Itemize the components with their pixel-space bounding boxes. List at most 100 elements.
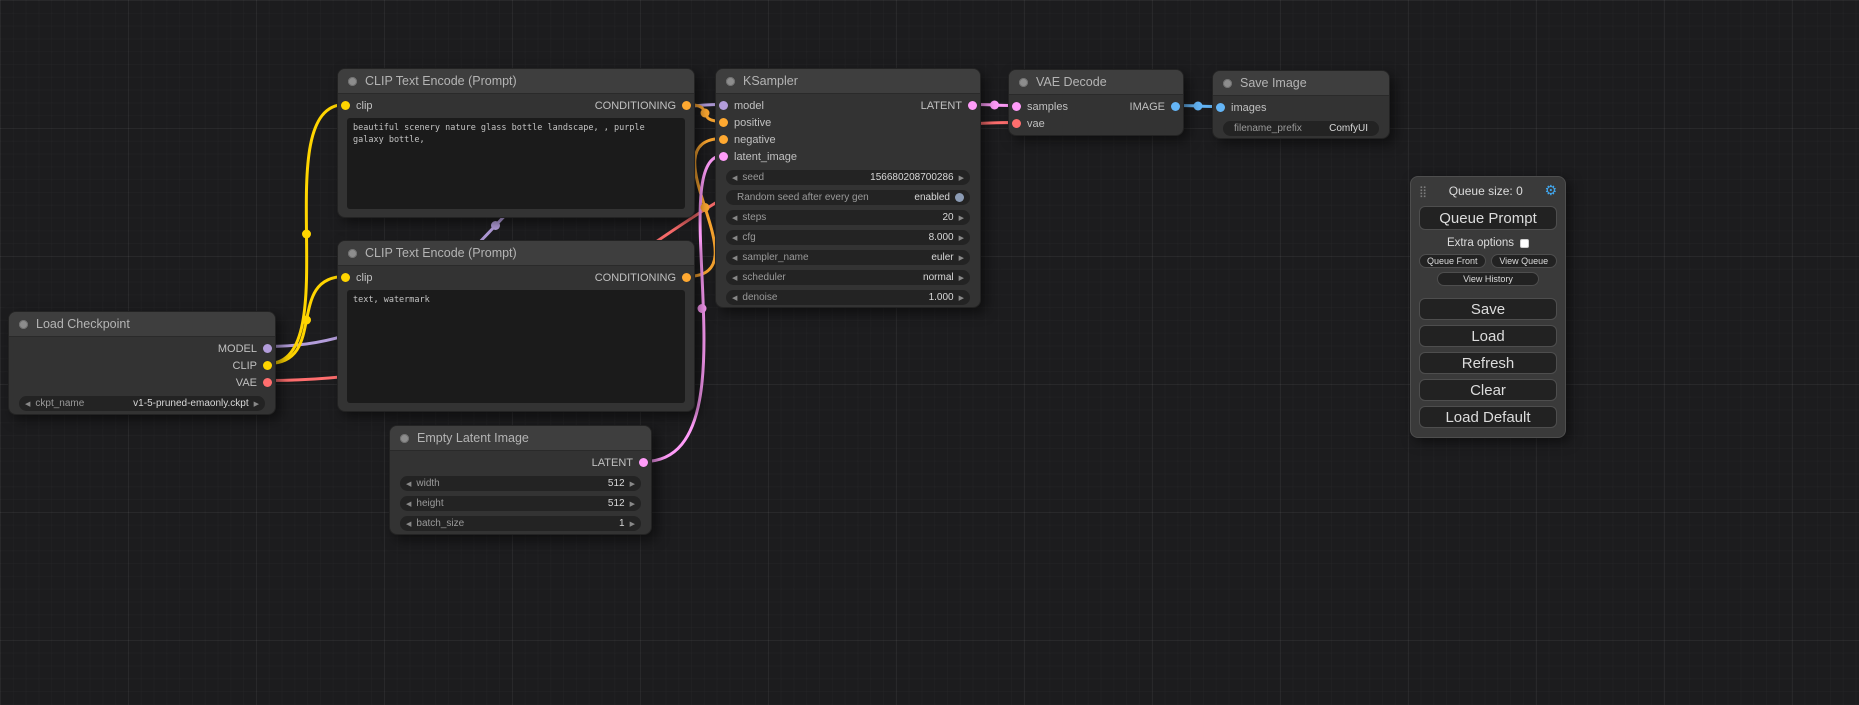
increment-arrow-icon[interactable]: ▶ (959, 294, 964, 302)
queue-front-button[interactable]: Queue Front (1419, 254, 1486, 268)
node-title-bar[interactable]: CLIP Text Encode (Prompt) (338, 69, 694, 94)
widget-name: sampler_name (742, 252, 808, 263)
node-graph-canvas[interactable]: Load Checkpoint MODEL CLIP VAE ◀ ckpt_na… (0, 0, 1859, 705)
node-vae-decode[interactable]: VAE Decode samples IMAGE vae (1008, 69, 1184, 136)
clip-input-dot[interactable] (341, 101, 350, 110)
collapse-dot-icon[interactable] (726, 77, 735, 86)
node-save-image[interactable]: Save Image images filename_prefix ComfyU… (1212, 70, 1390, 139)
toggle-dot-icon[interactable] (955, 193, 964, 202)
decrement-arrow-icon[interactable]: ◀ (25, 400, 30, 408)
cfg-widget[interactable]: ◀ cfg 8.000 ▶ (726, 230, 970, 245)
slot-label: clip (356, 272, 373, 284)
negative-input-dot[interactable] (719, 135, 728, 144)
slot-row: latent_image (716, 148, 980, 165)
increment-arrow-icon[interactable]: ▶ (630, 480, 635, 488)
load-default-button[interactable]: Load Default (1419, 406, 1557, 428)
decrement-arrow-icon[interactable]: ◀ (732, 234, 737, 242)
slot-label: negative (734, 134, 776, 146)
view-history-button[interactable]: View History (1437, 272, 1539, 286)
refresh-button[interactable]: Refresh (1419, 352, 1557, 374)
samples-input-dot[interactable] (1012, 102, 1021, 111)
increment-arrow-icon[interactable]: ▶ (630, 520, 635, 528)
node-title-bar[interactable]: VAE Decode (1009, 70, 1183, 95)
filename-prefix-widget[interactable]: filename_prefix ComfyUI (1223, 121, 1379, 136)
node-clip-text-encode-negative[interactable]: CLIP Text Encode (Prompt) clip CONDITION… (337, 240, 695, 412)
prompt-textarea[interactable]: beautiful scenery nature glass bottle la… (347, 118, 685, 209)
clip-input-dot[interactable] (341, 273, 350, 282)
sampler-name-widget[interactable]: ◀ sampler_name euler ▶ (726, 250, 970, 265)
widget-name: cfg (742, 232, 755, 243)
image-output-dot[interactable] (1171, 102, 1180, 111)
node-title-bar[interactable]: Save Image (1213, 71, 1389, 96)
node-empty-latent-image[interactable]: Empty Latent Image LATENT ◀ width 512 ▶ … (389, 425, 652, 535)
seed-control-widget[interactable]: Random seed after every gen enabled (726, 190, 970, 205)
height-widget[interactable]: ◀ height 512 ▶ (400, 496, 641, 511)
slot-label: IMAGE (1130, 101, 1165, 113)
queue-panel: ⣿ Queue size: 0 ⚙ Queue Prompt Extra opt… (1410, 176, 1566, 438)
vae-slot-dot[interactable] (263, 378, 272, 387)
decrement-arrow-icon[interactable]: ◀ (406, 480, 411, 488)
slot-label: samples (1027, 101, 1068, 113)
decrement-arrow-icon[interactable]: ◀ (406, 500, 411, 508)
view-queue-button[interactable]: View Queue (1491, 254, 1558, 268)
collapse-dot-icon[interactable] (1019, 78, 1028, 87)
ckpt-name-widget[interactable]: ◀ ckpt_name v1-5-pruned-emaonly.ckpt ▶ (19, 396, 265, 411)
vae-input-dot[interactable] (1012, 119, 1021, 128)
node-title-bar[interactable]: Empty Latent Image (390, 426, 651, 451)
node-title-bar[interactable]: Load Checkpoint (9, 312, 275, 337)
collapse-dot-icon[interactable] (400, 434, 409, 443)
decrement-arrow-icon[interactable]: ◀ (732, 274, 737, 282)
slot-label: clip (356, 100, 373, 112)
collapse-dot-icon[interactable] (1223, 79, 1232, 88)
panel-drag-handle-icon[interactable]: ⣿ (1419, 185, 1427, 198)
prompt-textarea[interactable]: text, watermark (347, 290, 685, 403)
positive-input-dot[interactable] (719, 118, 728, 127)
node-load-checkpoint[interactable]: Load Checkpoint MODEL CLIP VAE ◀ ckpt_na… (8, 311, 276, 415)
images-input-dot[interactable] (1216, 103, 1225, 112)
increment-arrow-icon[interactable]: ▶ (959, 214, 964, 222)
decrement-arrow-icon[interactable]: ◀ (732, 294, 737, 302)
widget-value: 512 (608, 498, 625, 509)
collapse-dot-icon[interactable] (348, 249, 357, 258)
clear-button[interactable]: Clear (1419, 379, 1557, 401)
latent-output-dot[interactable] (639, 458, 648, 467)
batch-size-widget[interactable]: ◀ batch_size 1 ▶ (400, 516, 641, 531)
increment-arrow-icon[interactable]: ▶ (630, 500, 635, 508)
conditioning-output-dot[interactable] (682, 101, 691, 110)
collapse-dot-icon[interactable] (19, 320, 28, 329)
settings-gear-icon[interactable]: ⚙ (1544, 183, 1557, 199)
node-ksampler[interactable]: KSampler model LATENT positive negative … (715, 68, 981, 308)
queue-prompt-button[interactable]: Queue Prompt (1419, 206, 1557, 230)
scheduler-widget[interactable]: ◀ scheduler normal ▶ (726, 270, 970, 285)
widget-name: steps (742, 212, 766, 223)
increment-arrow-icon[interactable]: ▶ (959, 254, 964, 262)
steps-widget[interactable]: ◀ steps 20 ▶ (726, 210, 970, 225)
increment-arrow-icon[interactable]: ▶ (959, 234, 964, 242)
decrement-arrow-icon[interactable]: ◀ (732, 214, 737, 222)
latent-image-input-dot[interactable] (719, 152, 728, 161)
decrement-arrow-icon[interactable]: ◀ (732, 174, 737, 182)
output-slot-model: MODEL (9, 340, 275, 357)
save-button[interactable]: Save (1419, 298, 1557, 320)
node-title-bar[interactable]: CLIP Text Encode (Prompt) (338, 241, 694, 266)
slot-row: positive (716, 114, 980, 131)
model-slot-dot[interactable] (263, 344, 272, 353)
conditioning-output-dot[interactable] (682, 273, 691, 282)
increment-arrow-icon[interactable]: ▶ (254, 400, 259, 408)
decrement-arrow-icon[interactable]: ◀ (732, 254, 737, 262)
node-title-bar[interactable]: KSampler (716, 69, 980, 94)
decrement-arrow-icon[interactable]: ◀ (406, 520, 411, 528)
widget-name: height (416, 498, 443, 509)
model-input-dot[interactable] (719, 101, 728, 110)
denoise-widget[interactable]: ◀ denoise 1.000 ▶ (726, 290, 970, 305)
collapse-dot-icon[interactable] (348, 77, 357, 86)
seed-widget[interactable]: ◀ seed 156680208700286 ▶ (726, 170, 970, 185)
width-widget[interactable]: ◀ width 512 ▶ (400, 476, 641, 491)
latent-output-dot[interactable] (968, 101, 977, 110)
increment-arrow-icon[interactable]: ▶ (959, 174, 964, 182)
load-button[interactable]: Load (1419, 325, 1557, 347)
extra-options-checkbox[interactable] (1520, 239, 1529, 248)
clip-slot-dot[interactable] (263, 361, 272, 370)
increment-arrow-icon[interactable]: ▶ (959, 274, 964, 282)
node-clip-text-encode-positive[interactable]: CLIP Text Encode (Prompt) clip CONDITION… (337, 68, 695, 218)
